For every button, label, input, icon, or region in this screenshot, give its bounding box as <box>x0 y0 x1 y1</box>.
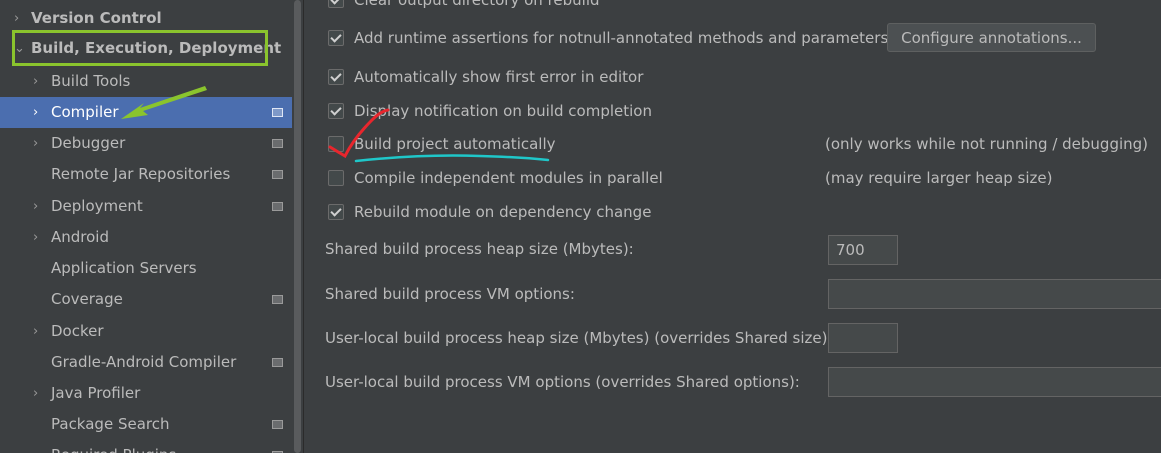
tree-item-gradle-android-compiler[interactable]: Gradle-Android Compiler <box>0 347 292 378</box>
tree-item-label: Build Tools <box>51 72 131 90</box>
user-vm-label: User-local build process VM options (ove… <box>325 373 800 391</box>
user-heap-input[interactable] <box>828 323 898 353</box>
chevron-right-icon[interactable]: › <box>33 378 38 409</box>
settings-tree: › Version Control ⌄ Build, Execution, De… <box>0 0 292 453</box>
project-level-icon <box>272 420 283 429</box>
option-clear-output[interactable]: Clear output directory on rebuild <box>328 0 600 13</box>
project-level-icon <box>272 295 283 304</box>
checkbox[interactable] <box>328 170 344 186</box>
checkbox[interactable] <box>328 0 344 8</box>
tree-item-coverage[interactable]: Coverage <box>0 284 292 315</box>
tree-item-label: Required Plugins <box>51 440 176 453</box>
shared-heap-label: Shared build process heap size (Mbytes): <box>325 240 634 258</box>
option-label: Compile independent modules in parallel <box>354 169 663 187</box>
build-auto-note: (only works while not running / debuggin… <box>825 135 1149 153</box>
compiler-settings-panel: Clear output directory on rebuild Add ru… <box>304 0 1161 453</box>
tree-item-required-plugins[interactable]: Required Plugins <box>0 440 292 453</box>
checkbox[interactable] <box>328 69 344 85</box>
chevron-right-icon[interactable]: › <box>33 97 38 128</box>
option-label: Clear output directory on rebuild <box>354 0 600 9</box>
project-level-icon <box>272 108 283 117</box>
option-label: Rebuild module on dependency change <box>354 203 652 221</box>
option-rebuild-on-dependency[interactable]: Rebuild module on dependency change <box>328 199 651 225</box>
tree-item-label: Docker <box>51 322 104 340</box>
project-level-icon <box>272 170 283 179</box>
sidebar-scrollbar[interactable] <box>292 0 303 453</box>
option-compile-parallel[interactable]: Compile independent modules in parallel <box>328 165 663 191</box>
tree-item-label: Compiler <box>51 103 119 121</box>
option-build-project-automatically[interactable]: Build project automatically <box>328 131 556 157</box>
checkbox[interactable] <box>328 30 344 46</box>
chevron-right-icon[interactable]: › <box>33 128 38 159</box>
tree-item-label: Application Servers <box>51 259 197 277</box>
option-label: Add runtime assertions for notnull-annot… <box>354 29 889 47</box>
project-level-icon <box>272 139 283 148</box>
option-label: Build project automatically <box>354 135 556 153</box>
option-runtime-assertions[interactable]: Add runtime assertions for notnull-annot… <box>328 25 888 51</box>
shared-heap-input[interactable]: 700 <box>828 235 898 265</box>
tree-item-compiler[interactable]: › Compiler <box>0 97 292 128</box>
tree-item-label: Android <box>51 228 109 246</box>
tree-item-label: Remote Jar Repositories <box>51 165 231 183</box>
checkbox[interactable] <box>328 136 344 152</box>
tree-item-label: Deployment <box>51 197 143 215</box>
chevron-right-icon[interactable]: › <box>33 222 38 253</box>
configure-annotations-button[interactable]: Configure annotations... <box>887 23 1096 52</box>
chevron-right-icon[interactable]: › <box>33 316 38 347</box>
tree-item-build-tools[interactable]: › Build Tools <box>0 66 292 97</box>
scrollbar-thumb[interactable] <box>294 0 301 453</box>
user-vm-input[interactable] <box>828 367 1161 397</box>
option-show-first-error[interactable]: Automatically show first error in editor <box>328 64 643 90</box>
tree-item-debugger[interactable]: › Debugger <box>0 128 292 159</box>
option-label: Automatically show first error in editor <box>354 68 644 86</box>
checkbox[interactable] <box>328 103 344 119</box>
checkbox[interactable] <box>328 204 344 220</box>
highlight-box-annotation <box>12 30 268 66</box>
parallel-note: (may require larger heap size) <box>825 169 1053 187</box>
tree-item-label: Gradle-Android Compiler <box>51 353 237 371</box>
tree-item-label: Package Search <box>51 415 170 433</box>
option-build-notification[interactable]: Display notification on build completion <box>328 98 652 124</box>
tree-item-remote-jar-repositories[interactable]: Remote Jar Repositories <box>0 159 292 190</box>
tree-item-docker[interactable]: › Docker <box>0 316 292 347</box>
tree-item-label: Java Profiler <box>51 384 141 402</box>
option-label: Display notification on build completion <box>354 102 652 120</box>
shared-vm-label: Shared build process VM options: <box>325 285 575 303</box>
chevron-right-icon[interactable]: › <box>33 66 38 97</box>
tree-item-label: Debugger <box>51 134 126 152</box>
user-heap-label: User-local build process heap size (Mbyt… <box>325 329 833 347</box>
tree-item-package-search[interactable]: Package Search <box>0 409 292 440</box>
tree-item-java-profiler[interactable]: › Java Profiler <box>0 378 292 409</box>
tree-item-deployment[interactable]: › Deployment <box>0 191 292 222</box>
tree-item-label: Coverage <box>51 290 123 308</box>
shared-vm-input[interactable] <box>828 279 1161 309</box>
project-level-icon <box>272 202 283 211</box>
project-level-icon <box>272 358 283 367</box>
tree-item-application-servers[interactable]: Application Servers <box>0 253 292 284</box>
tree-item-android[interactable]: › Android <box>0 222 292 253</box>
chevron-right-icon[interactable]: › <box>33 191 38 222</box>
